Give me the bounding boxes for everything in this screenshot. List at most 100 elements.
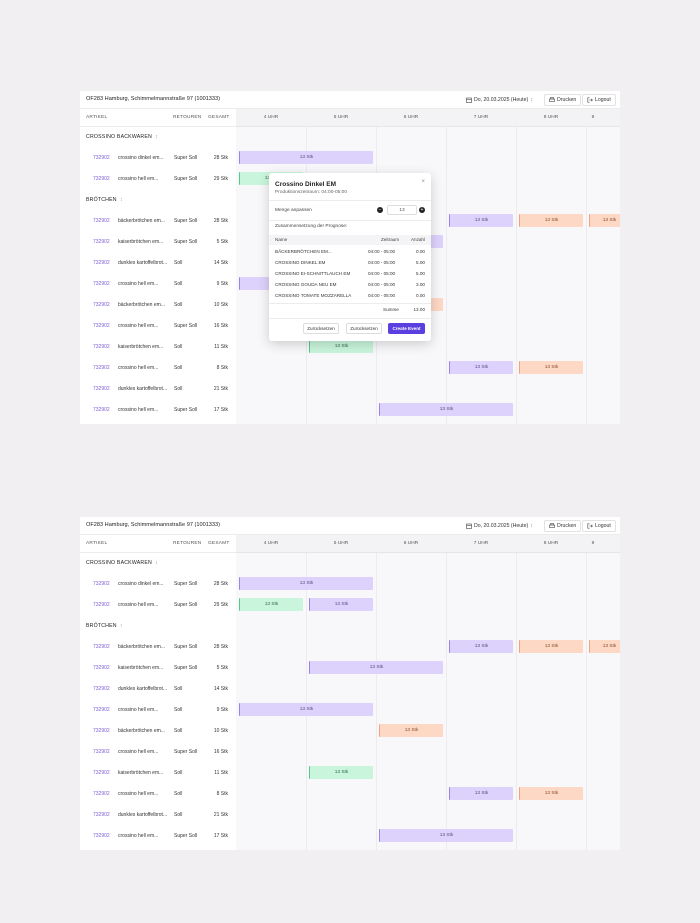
event-bar[interactable]: 13 Stk: [519, 640, 583, 653]
timeline-grid: 13 Stk 13 Stk 13 Stk 13 Stk 13 Stk 13 St…: [236, 553, 620, 850]
table-row[interactable]: 732902 kaiserbrötchen em... Soll 11 Stk: [80, 763, 236, 784]
group-header[interactable]: CROSSINO BACKWAREN ↕: [80, 553, 236, 574]
event-bar[interactable]: 13 Stk: [519, 214, 583, 227]
composition-row: CROSSINO EI-SCHNITTLAUCH EM 04:00 - 05:00…: [275, 271, 425, 276]
col-returns: RETOUREN: [173, 541, 202, 546]
top-bar: OF283 Hamburg, Schimmelmannstraße 97 (10…: [80, 517, 620, 535]
composition-row: BÄCKERBRÖTCHEN EM... 04:00 - 05:00 0.00: [275, 249, 425, 254]
sort-icon: ↕: [155, 560, 159, 566]
table-row[interactable]: 732902 crossino hell em... Super Soll 17 St…: [80, 400, 236, 421]
reset-button[interactable]: Zurücksetzen: [303, 323, 339, 334]
reset-button[interactable]: Zurücksetzen: [346, 323, 382, 334]
date-label: Do, 20.03.2025 (Heute): [474, 523, 529, 529]
table-header: ARTIKEL RETOUREN GESAMT 4 UHR 5 UHR 6 UH…: [80, 535, 620, 553]
logout-label: Logout: [595, 97, 611, 103]
table-row[interactable]: 732902 kaiserbrötchen em... Super Soll 5 St…: [80, 658, 236, 679]
event-bar[interactable]: 13 Stk: [309, 766, 373, 779]
table-row[interactable]: 732902 crossino dinkel em... Super Soll 28 …: [80, 148, 236, 169]
table-row[interactable]: 732902 crossino hell em... Super Soll 16 St…: [80, 316, 236, 337]
hour-label: 7 UHR: [473, 541, 489, 546]
table-row[interactable]: 732902 crossino hell em... Super Soll 29 St…: [80, 595, 236, 616]
logout-button[interactable]: Logout: [582, 94, 616, 106]
event-bar[interactable]: 13 Stk: [309, 661, 443, 674]
printer-icon: [549, 523, 555, 529]
table-row[interactable]: 732902 crossino hell em... Soll 8 Stk: [80, 358, 236, 379]
divider: [269, 318, 431, 319]
minus-button[interactable]: −: [377, 207, 383, 213]
table-row[interactable]: 732902 bäckerbrötchen em... Super Soll 28 S…: [80, 211, 236, 232]
col-article: ARTIKEL: [86, 541, 108, 546]
event-bar[interactable]: 13 Stk: [379, 829, 513, 842]
group-header[interactable]: CROSSINO BACKWAREN ↕: [80, 127, 236, 148]
table-row[interactable]: 732902 dunkles kartoffelbrot... Soll 21 Stk: [80, 805, 236, 826]
table-row[interactable]: 732902 crossino hell em... Super Soll 16 St…: [80, 742, 236, 763]
sort-icon: ↕: [120, 197, 123, 203]
logout-label: Logout: [595, 523, 611, 529]
table-row[interactable]: 732902 crossino hell em... Soll 9 Stk: [80, 274, 236, 295]
create-event-button[interactable]: Create Event: [388, 323, 425, 334]
table-row[interactable]: 732902 bäckerbrötchen em... Super Soll 28 S…: [80, 637, 236, 658]
event-bar[interactable]: 13 Stk: [589, 640, 620, 653]
chevron-updown-icon: ↕: [530, 97, 533, 103]
divider: [269, 303, 431, 304]
event-modal: Crossino Dinkel EM Produktionszeitraum: …: [269, 173, 431, 341]
hour-header: 4 UHR 5 UHR 6 UHR 7 UHR 8 UHR 9: [236, 109, 620, 127]
event-bar[interactable]: 13 Stk: [239, 598, 303, 611]
hour-label: 9: [591, 541, 595, 546]
date-picker[interactable]: Do, 20.03.2025 (Heute) ↕: [466, 94, 533, 106]
event-bar[interactable]: 13 Stk: [239, 703, 373, 716]
event-bar[interactable]: 13 Stk: [449, 361, 513, 374]
hour-label: 7 UHR: [473, 115, 489, 120]
printer-icon: [549, 97, 555, 103]
event-bar[interactable]: 13 Stk: [379, 403, 513, 416]
table-row[interactable]: 732902 kaiserbrötchen em... Super Soll 5 St…: [80, 232, 236, 253]
event-bar[interactable]: 13 Stk: [519, 787, 583, 800]
composition-table-header: Name Zeitraum Anzahl: [269, 235, 431, 245]
composition-row: CROSSINO DINKEL EM 04:00 - 05:00 5.00: [275, 260, 425, 265]
event-bar[interactable]: 13 Stk: [589, 214, 620, 227]
event-bar[interactable]: 13 Stk: [449, 787, 513, 800]
event-bar[interactable]: 13 Stk: [519, 361, 583, 374]
event-bar[interactable]: 13 Stk: [309, 340, 373, 353]
print-button[interactable]: Drucken: [544, 520, 582, 532]
group-header[interactable]: BRÖTCHEN ↕: [80, 190, 236, 211]
close-icon[interactable]: ×: [421, 179, 425, 185]
table-header: ARTIKEL RETOUREN GESAMT 4 UHR 5 UHR 6 UH…: [80, 109, 620, 127]
print-button[interactable]: Drucken: [544, 94, 582, 106]
sum-label: Summe: [383, 307, 399, 312]
col-returns: RETOUREN: [173, 115, 202, 120]
plus-button[interactable]: +: [419, 207, 425, 213]
table-row[interactable]: 732902 dunkles kartoffelbrot... Soll 21 Stk: [80, 379, 236, 400]
quantity-input[interactable]: 13: [387, 205, 417, 215]
table-row[interactable]: 732902 bäckerbrötchen em... Soll 10 Stk: [80, 721, 236, 742]
table-row[interactable]: 732902 kaiserbrötchen em... Soll 11 Stk: [80, 337, 236, 358]
table-row[interactable]: 732902 crossino hell em... Super Soll 17 St…: [80, 826, 236, 847]
event-bar[interactable]: 13 Stk: [449, 640, 513, 653]
table-row[interactable]: 732902 crossino hell em... Soll 8 Stk: [80, 784, 236, 805]
calendar-icon: [466, 97, 472, 103]
event-bar[interactable]: 13 Stk: [379, 724, 443, 737]
table-row[interactable]: 732902 dunkles kartoffelbrot... Soll 14 Stk: [80, 679, 236, 700]
composition-row: CROSSINO TOMATE MOZZARELLA 04:00 - 05:00 0…: [275, 293, 425, 298]
event-bar[interactable]: 13 Stk: [309, 598, 373, 611]
date-picker[interactable]: Do, 20.03.2025 (Heute) ↕: [466, 520, 533, 532]
logout-button[interactable]: Logout: [582, 520, 616, 532]
hour-label: 5 UHR: [333, 115, 349, 120]
sum-value: 13.00: [413, 307, 426, 312]
logout-icon: [587, 97, 593, 103]
event-bar[interactable]: 13 Stk: [239, 577, 373, 590]
hour-label: 4 UHR: [263, 541, 279, 546]
hour-label: 6 UHR: [403, 115, 419, 120]
group-header[interactable]: BRÖTCHEN ↕: [80, 616, 236, 637]
table-row[interactable]: 732902 bäckerbrötchen em... Soll 10 Stk: [80, 295, 236, 316]
header-left: ARTIKEL RETOUREN GESAMT: [80, 535, 236, 553]
sort-icon: ↕: [155, 134, 159, 140]
event-bar[interactable]: 13 Stk: [449, 214, 513, 227]
event-bar[interactable]: 13 Stk: [239, 151, 373, 164]
qty-label: Menge anpassen: [275, 208, 312, 213]
table-row[interactable]: 732902 crossino hell em... Super Soll 29 St…: [80, 169, 236, 190]
table-row[interactable]: 732902 dunkles kartoffelbrot... Soll 14 Stk: [80, 253, 236, 274]
print-label: Drucken: [557, 97, 577, 103]
table-row[interactable]: 732902 crossino dinkel em... Super Soll 28 …: [80, 574, 236, 595]
table-row[interactable]: 732902 crossino hell em... Soll 9 Stk: [80, 700, 236, 721]
